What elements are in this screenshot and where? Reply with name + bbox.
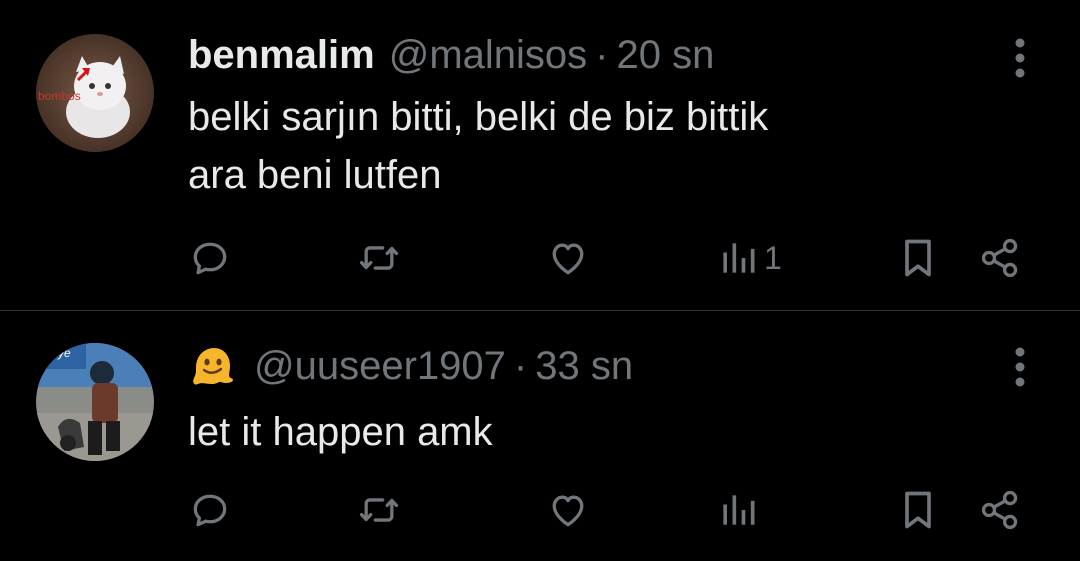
views-button[interactable]: 1 <box>718 233 782 283</box>
retweet-icon <box>359 246 399 270</box>
views-icon <box>723 495 755 525</box>
bookmark-icon <box>905 239 931 277</box>
tweet-header: benmalim @malnisos · 20 sn <box>188 30 714 80</box>
melting-face-emoji[interactable] <box>188 342 236 390</box>
share-icon <box>981 490 1018 530</box>
tweet[interactable]: bombos benmalim @malnisos · 20 sn belki … <box>0 0 1080 311</box>
bookmark-button[interactable] <box>898 233 938 283</box>
reply-button[interactable] <box>188 233 232 283</box>
avatar[interactable]: ye <box>36 343 154 461</box>
avatar-watermark: bombos <box>38 89 81 103</box>
retweet-button[interactable] <box>356 233 402 283</box>
timestamp[interactable]: 20 sn <box>616 33 714 78</box>
separator-dot: · <box>595 32 609 77</box>
avatar-image: bombos <box>36 34 154 152</box>
retweet-button[interactable] <box>356 485 402 535</box>
reply-icon <box>193 494 227 527</box>
bookmark-icon <box>905 491 931 529</box>
handle[interactable]: @uuseer1907 <box>254 344 506 389</box>
avatar[interactable]: bombos <box>36 34 154 152</box>
avatar-image: ye <box>36 343 154 461</box>
timeline-feed: bombos benmalim @malnisos · 20 sn belki … <box>0 0 1080 561</box>
tweet-header: @uuseer1907 · 33 sn <box>188 341 633 391</box>
views-icon <box>723 243 755 273</box>
action-bar: 1 <box>188 233 1030 283</box>
tweet-text: belki sarjın bitti, belki de biz bittik … <box>188 88 768 204</box>
like-icon <box>552 243 584 275</box>
tweet-text-line: belki sarjın bitti, belki de biz bittik <box>188 95 769 139</box>
avatar-watermark: ye <box>57 346 71 360</box>
more-icon[interactable] <box>1010 36 1030 80</box>
tweet[interactable]: ye @uuseer1907 · 33 sn let it happen amk <box>0 311 1080 561</box>
like-button[interactable] <box>546 233 590 283</box>
views-button[interactable] <box>718 485 764 535</box>
handle[interactable]: @malnisos <box>389 33 587 78</box>
tweet-text: let it happen amk <box>188 403 493 461</box>
retweet-icon <box>359 498 399 522</box>
share-button[interactable] <box>978 485 1022 535</box>
bookmark-button[interactable] <box>898 485 938 535</box>
share-icon <box>981 238 1018 278</box>
like-button[interactable] <box>546 485 590 535</box>
action-bar <box>188 485 1030 535</box>
views-count: 1 <box>764 239 782 276</box>
tweet-text-line: ara beni lutfen <box>188 153 442 197</box>
reply-button[interactable] <box>188 485 232 535</box>
share-button[interactable] <box>978 233 1022 283</box>
reply-icon <box>193 242 227 275</box>
display-name[interactable]: benmalim <box>188 33 375 78</box>
separator-dot: · <box>513 343 528 388</box>
more-icon[interactable] <box>1010 345 1030 389</box>
tweet-text-line: let it happen amk <box>188 410 493 454</box>
like-icon <box>552 495 584 527</box>
timestamp[interactable]: 33 sn <box>535 344 633 389</box>
